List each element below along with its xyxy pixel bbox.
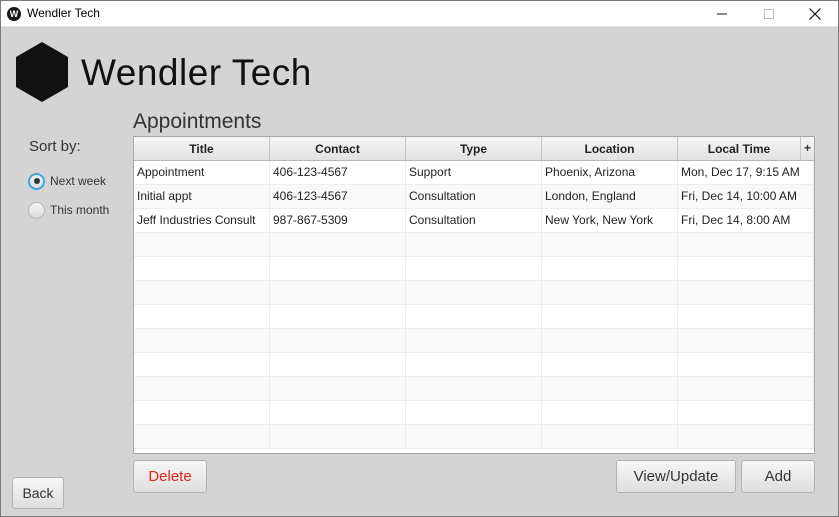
cell-title: Initial appt [134,185,270,209]
appointments-table: Title Contact Type Location Local Time +… [133,136,815,454]
column-header-local-time[interactable]: Local Time [678,137,801,161]
table-row[interactable]: Jeff Industries Consult 987-867-5309 Con… [134,209,814,233]
back-button[interactable]: Back [12,477,64,509]
cell-location: New York, New York [542,209,678,233]
app-window: W Wendler Tech Wendler Tech Appointments… [0,0,839,517]
cell-contact: 406-123-4567 [270,161,406,185]
column-header-type[interactable]: Type [406,137,542,161]
table-row-empty [134,257,814,281]
table-row-empty [134,401,814,425]
minimize-icon [717,13,727,15]
delete-button[interactable]: Delete [133,460,207,493]
radio-next-week[interactable]: Next week [28,172,138,190]
hexagon-logo-icon [16,42,68,102]
section-title: Appointments [133,110,262,133]
cell-contact: 987-867-5309 [270,209,406,233]
column-header-contact[interactable]: Contact [270,137,406,161]
cell-type: Support [406,161,542,185]
view-update-button[interactable]: View/Update [616,460,736,493]
cell-type: Consultation [406,209,542,233]
column-header-location[interactable]: Location [542,137,678,161]
sort-label: Sort by: [29,138,81,155]
radio-this-month[interactable]: This month [28,201,138,219]
maximize-button[interactable] [746,1,792,27]
minimize-button[interactable] [699,1,745,27]
cell-title: Jeff Industries Consult [134,209,270,233]
cell-location: London, England [542,185,678,209]
add-button[interactable]: Add [741,460,815,493]
app-icon: W [7,7,21,21]
app-icon-letter: W [9,9,19,19]
radio-label: Next week [50,174,107,188]
table-row-empty [134,329,814,353]
cell-location: Phoenix, Arizona [542,161,678,185]
table-row-empty [134,233,814,257]
close-button[interactable] [792,1,838,27]
table-row-empty [134,281,814,305]
table-row-empty [134,305,814,329]
table-row[interactable]: Initial appt 406-123-4567 Consultation L… [134,185,814,209]
table-header: Title Contact Type Location Local Time + [134,137,814,161]
radio-indicator[interactable] [28,201,45,219]
cell-local-time: Fri, Dec 14, 10:00 AM [678,185,814,209]
table-row-empty [134,353,814,377]
cell-local-time: Fri, Dec 14, 8:00 AM [678,209,814,233]
table-row[interactable]: Appointment 406-123-4567 Support Phoenix… [134,161,814,185]
close-icon [809,8,821,20]
column-menu-button[interactable]: + [801,137,814,161]
cell-type: Consultation [406,185,542,209]
column-header-title[interactable]: Title [134,137,270,161]
cell-title: Appointment [134,161,270,185]
cell-local-time: Mon, Dec 17, 9:15 AM [678,161,814,185]
cell-contact: 406-123-4567 [270,185,406,209]
table-row-empty [134,377,814,401]
table-row-empty [134,425,814,449]
radio-indicator[interactable] [28,172,45,190]
maximize-icon [764,9,774,19]
brand-title: Wendler Tech [81,52,312,93]
title-bar: W Wendler Tech [1,1,838,27]
radio-label: This month [50,203,110,217]
window-title: Wendler Tech [27,6,100,20]
